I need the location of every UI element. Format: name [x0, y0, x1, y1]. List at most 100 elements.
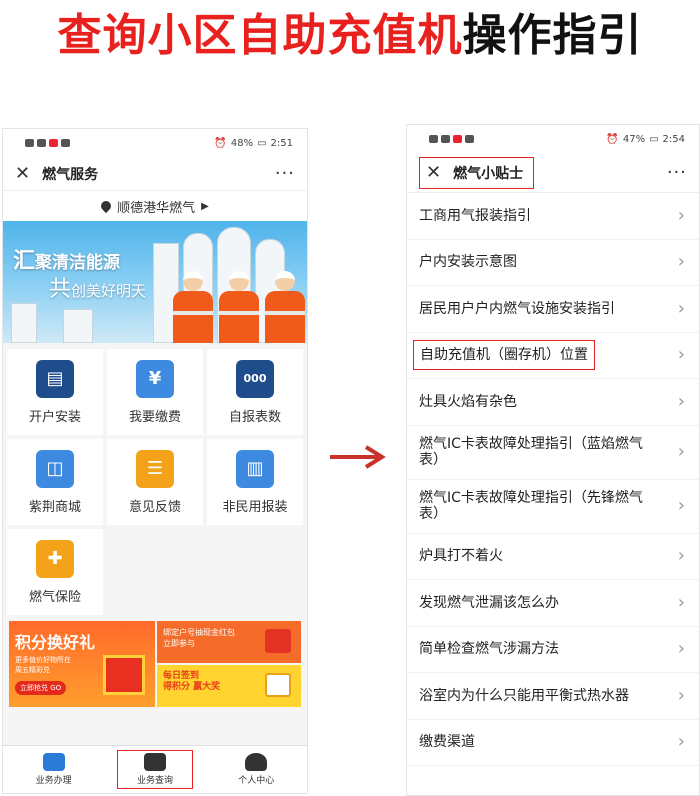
- service-meter-reading[interactable]: 000 自报表数: [207, 349, 303, 435]
- page-title: 查询小区自助充值机操作指引: [0, 4, 700, 68]
- list-item[interactable]: 炉具打不着火 ›: [407, 534, 699, 580]
- gas-tank-image: [63, 309, 93, 343]
- status-right: ⏰ 48% ▭ 2:51: [214, 138, 293, 149]
- alarm-icon: ⏰: [214, 137, 227, 149]
- promo-area: 积分换好礼 更多值价好物所在 周五精彩兑 立即抢兑 GO 绑定户号抽现金红包 立…: [9, 621, 301, 707]
- status-right: ⏰ 47% ▭ 2:54: [606, 134, 685, 145]
- nav-bar: ✕ 燃气小贴士 ···: [407, 153, 699, 193]
- service-pay-bill[interactable]: ¥ 我要缴费: [107, 349, 203, 435]
- list-item-label: 灶具火焰有杂色: [419, 393, 517, 410]
- yuan-icon: ¥: [136, 359, 174, 398]
- promo-text: 绑定户号抽现金红包 立即参与: [163, 628, 235, 648]
- tab-label: 个人中心: [238, 776, 275, 786]
- chevron-right-icon: ›: [677, 441, 685, 462]
- tips-list: 工商用气报装指引 › 户内安装示意图 › 居民用户户内燃气设施安装指引 › 自助充值机…: [407, 193, 699, 766]
- nav-left: ✕ 燃气服务: [15, 164, 98, 184]
- battery-icon: ▭: [257, 137, 267, 149]
- calendar-check-icon: [265, 673, 291, 697]
- list-item-label: 燃气IC卡表故障处理指引（蓝焰燃气表）: [419, 436, 643, 468]
- chevron-right-icon: ›: [677, 344, 685, 366]
- chevron-right-icon: ›: [677, 251, 685, 273]
- clock: 2:51: [270, 137, 293, 149]
- signal-icon: [25, 139, 34, 147]
- list-item[interactable]: 发现燃气泄漏该怎么办 ›: [407, 580, 699, 627]
- wifi-icon: [441, 135, 450, 143]
- chevron-right-icon: ›: [677, 731, 685, 753]
- service-label: 意见反馈: [128, 499, 181, 515]
- service-label: 我要缴费: [128, 409, 181, 425]
- status-bar: ⏰ 48% ▭ 2:51: [3, 129, 307, 157]
- red-packet-banner[interactable]: 绑定户号抽现金红包 立即参与: [157, 621, 301, 663]
- clock: 2:54: [662, 133, 685, 145]
- service-insurance[interactable]: ✚ 燃气保险: [7, 529, 103, 615]
- battery-level: 47%: [622, 133, 646, 145]
- promo-column: 绑定户号抽现金红包 立即参与 每日签到 得积分 赢大奖: [157, 621, 301, 707]
- tab-business[interactable]: 业务办理: [16, 751, 92, 788]
- nav-title: 燃气服务: [42, 166, 99, 183]
- list-item[interactable]: 灶具火焰有杂色 ›: [407, 379, 699, 426]
- list-item-label: 户内安装示意图: [419, 254, 517, 271]
- status-bar: ⏰ 47% ▭ 2:54: [407, 125, 699, 153]
- tab-label: 业务查询: [136, 776, 173, 786]
- bottom-tab-bar: 业务办理 业务查询 个人中心: [3, 745, 307, 793]
- list-item[interactable]: 燃气IC卡表故障处理指引（蓝焰燃气表） ›: [407, 426, 699, 480]
- promo-go-button[interactable]: 立即抢兑 GO: [15, 681, 67, 695]
- worker-figure: [263, 271, 307, 343]
- list-item-label: 简单检查燃气涉漏方法: [419, 641, 559, 658]
- battery-level: 48%: [230, 137, 254, 149]
- points-exchange-banner[interactable]: 积分换好礼 更多值价好物所在 周五精彩兑 立即抢兑 GO: [9, 621, 155, 707]
- list-item-label: 自助充值机（圈存机）位置: [413, 340, 595, 371]
- chevron-right-icon: ›: [677, 390, 685, 412]
- location-label: 顺德港华燃气: [117, 200, 196, 216]
- service-label: 紫荆商城: [28, 499, 81, 515]
- service-open-account[interactable]: ▤ 开户安装: [7, 349, 103, 435]
- list-item-label: 浴室内为什么只能用平衡式热水器: [419, 687, 629, 704]
- service-label: 开户安装: [28, 409, 81, 425]
- service-commercial-install[interactable]: ▥ 非民用报装: [207, 439, 303, 525]
- list-item[interactable]: 工商用气报装指引 ›: [407, 193, 699, 240]
- list-item-recharge-machine[interactable]: 自助充值机（圈存机）位置 ›: [407, 333, 699, 379]
- daily-checkin-banner[interactable]: 每日签到 得积分 赢大奖: [157, 665, 301, 707]
- list-item[interactable]: 简单检查燃气涉漏方法 ›: [407, 627, 699, 673]
- tab-profile[interactable]: 个人中心: [218, 751, 294, 788]
- chevron-right-icon: ›: [677, 495, 685, 516]
- service-grid: ▤ 开户安装 ¥ 我要缴费 000 自报表数 ◫ 紫荆商城 ☰ 意见反馈 ▥ 非…: [3, 343, 307, 615]
- right-phone-screen: ⏰ 47% ▭ 2:54 ✕ 燃气小贴士 ··· 工商用气报装指引 › 户内安装示…: [406, 124, 700, 796]
- list-item[interactable]: 户内安装示意图 ›: [407, 240, 699, 286]
- nav-title: 燃气小贴士: [453, 165, 524, 182]
- toolbox-icon: [42, 753, 65, 771]
- promo-banner[interactable]: 汇聚清洁能源 共创美好明天: [3, 221, 307, 343]
- tab-label: 业务办理: [35, 776, 72, 786]
- person-icon: [245, 753, 268, 771]
- promo-title: 积分换好礼: [15, 633, 96, 652]
- more-menu-button[interactable]: ···: [275, 163, 295, 184]
- nav-title-highlight: ✕ 燃气小贴士: [419, 156, 535, 189]
- cloud-icon: [61, 139, 70, 147]
- service-label: 非民用报装: [222, 499, 288, 515]
- status-indicators: [429, 135, 474, 143]
- tab-business-query[interactable]: 业务查询: [116, 750, 193, 789]
- building-icon: ▥: [236, 449, 274, 488]
- close-icon[interactable]: ✕: [426, 163, 441, 182]
- list-item-label: 燃气IC卡表故障处理指引（先锋燃气表）: [419, 490, 643, 522]
- search-doc-icon: [143, 753, 166, 771]
- location-selector[interactable]: 顺德港华燃气 ▶: [3, 191, 307, 221]
- list-item[interactable]: 燃气IC卡表故障处理指引（先锋燃气表） ›: [407, 480, 699, 534]
- more-menu-button[interactable]: ···: [667, 162, 687, 183]
- worker-figure: [171, 271, 215, 343]
- service-mall[interactable]: ◫ 紫荆商城: [7, 439, 103, 525]
- chevron-right-icon: ›: [677, 684, 685, 706]
- chevron-right-icon: ›: [677, 297, 685, 319]
- chevron-right-icon: ›: [677, 204, 685, 226]
- chevron-right-icon: ›: [677, 638, 685, 660]
- house-doc-icon: ▤: [36, 359, 74, 398]
- wifi-icon: [37, 139, 46, 147]
- close-icon[interactable]: ✕: [15, 164, 30, 183]
- list-item[interactable]: 缴费渠道 ›: [407, 720, 699, 766]
- signal-icon: [429, 135, 438, 143]
- promo-subtitle: 更多值价好物所在 周五精彩兑: [15, 656, 71, 674]
- list-item[interactable]: 居民用户户内燃气设施安装指引 ›: [407, 286, 699, 333]
- list-item[interactable]: 浴室内为什么只能用平衡式热水器 ›: [407, 673, 699, 720]
- left-phone-screen: ⏰ 48% ▭ 2:51 ✕ 燃气服务 ··· 顺德港华燃气 ▶ 汇聚清洁能源 …: [2, 128, 308, 794]
- service-feedback[interactable]: ☰ 意见反馈: [107, 439, 203, 525]
